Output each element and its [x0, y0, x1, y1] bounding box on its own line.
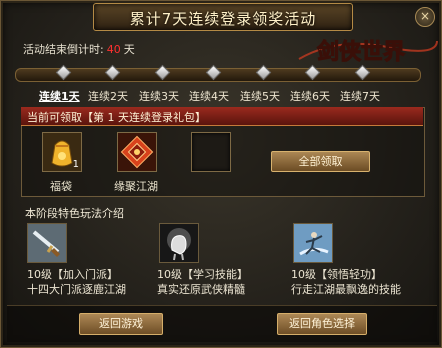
return-game-button[interactable]: 返回游戏: [79, 313, 163, 335]
feature-level: 10级【领悟轻功】: [291, 268, 382, 281]
window-title: 累计7天连续登录领奖活动: [129, 10, 317, 28]
tab-day-5[interactable]: 连续5天: [240, 88, 280, 104]
feature-icon-1: [27, 223, 67, 263]
current-pack-label: 当前可领取【第 1 天连续登录礼包】: [27, 111, 206, 124]
feature-icon-2: [159, 223, 199, 263]
game-logo: 剑侠世界: [298, 39, 438, 66]
close-button[interactable]: ×: [415, 7, 435, 27]
countdown-label: 活动结束倒计时:: [23, 43, 104, 56]
feature-level: 10级【加入门派】: [27, 268, 118, 281]
reward-slot-2[interactable]: [117, 132, 157, 172]
tab-day-2[interactable]: 连续2天: [88, 88, 128, 104]
event-window: 累计7天连续登录领奖活动 × 活动结束倒计时: 40 天 剑侠世界 连续1天 连续2…: [0, 0, 442, 348]
flying-hero-icon: [294, 224, 332, 262]
reward-slot-1[interactable]: 1: [42, 132, 82, 172]
reward-header: 当前可领取【第 1 天连续登录礼包】: [21, 107, 423, 126]
claim-all-button[interactable]: 全部领取: [271, 151, 370, 172]
reward-name: 缘聚江湖: [114, 180, 158, 193]
feature-icon-3: [293, 223, 333, 263]
reward-name: 福袋: [50, 180, 72, 193]
tab-day-1[interactable]: 连续1天: [39, 88, 80, 104]
logo-text: 剑侠世界: [316, 39, 405, 65]
title-bar: 累计7天连续登录领奖活动: [93, 3, 353, 31]
tab-day-6[interactable]: 连续6天: [290, 88, 330, 104]
tab-day-3[interactable]: 连续3天: [139, 88, 179, 104]
sword-icon: [28, 224, 66, 262]
countdown-value: 40: [106, 43, 121, 56]
features-title: 本阶段特色玩法介绍: [25, 207, 124, 220]
fate-token-icon: [118, 133, 156, 171]
tab-day-7[interactable]: 连续7天: [340, 88, 380, 104]
reward-count: 1: [72, 159, 79, 170]
reward-slot-3[interactable]: [191, 132, 231, 172]
return-character-select-button[interactable]: 返回角色选择: [277, 313, 367, 335]
bottom-bar: [7, 305, 437, 342]
feature-desc: 十四大门派逐鹿江湖: [27, 283, 126, 296]
feature-desc: 行走江湖最飘逸的技能: [291, 283, 401, 296]
feature-desc: 真实还原武侠精髓: [157, 283, 245, 296]
countdown-unit: 天: [123, 43, 135, 56]
feature-level: 10级【学习技能】: [157, 268, 248, 281]
countdown: 活动结束倒计时: 40 天: [23, 41, 135, 57]
tab-day-4[interactable]: 连续4天: [189, 88, 229, 104]
fist-skill-icon: [160, 224, 198, 262]
